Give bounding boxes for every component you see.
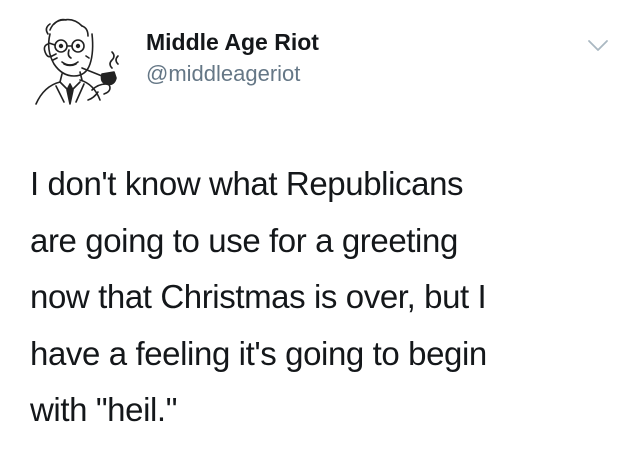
man-with-pipe-icon (35, 18, 119, 105)
username-handle[interactable]: @middleageriot (146, 60, 319, 88)
tweet-menu-button[interactable] (586, 36, 610, 54)
avatar[interactable] (28, 12, 136, 108)
chevron-down-icon (588, 40, 608, 51)
tweet-card: Middle Age Riot @middleageriot I don't k… (0, 0, 636, 454)
display-name[interactable]: Middle Age Riot (146, 28, 319, 56)
author-identity[interactable]: Middle Age Riot @middleageriot (146, 28, 319, 88)
tweet-text: I don't know what Republicans are going … (30, 165, 487, 428)
